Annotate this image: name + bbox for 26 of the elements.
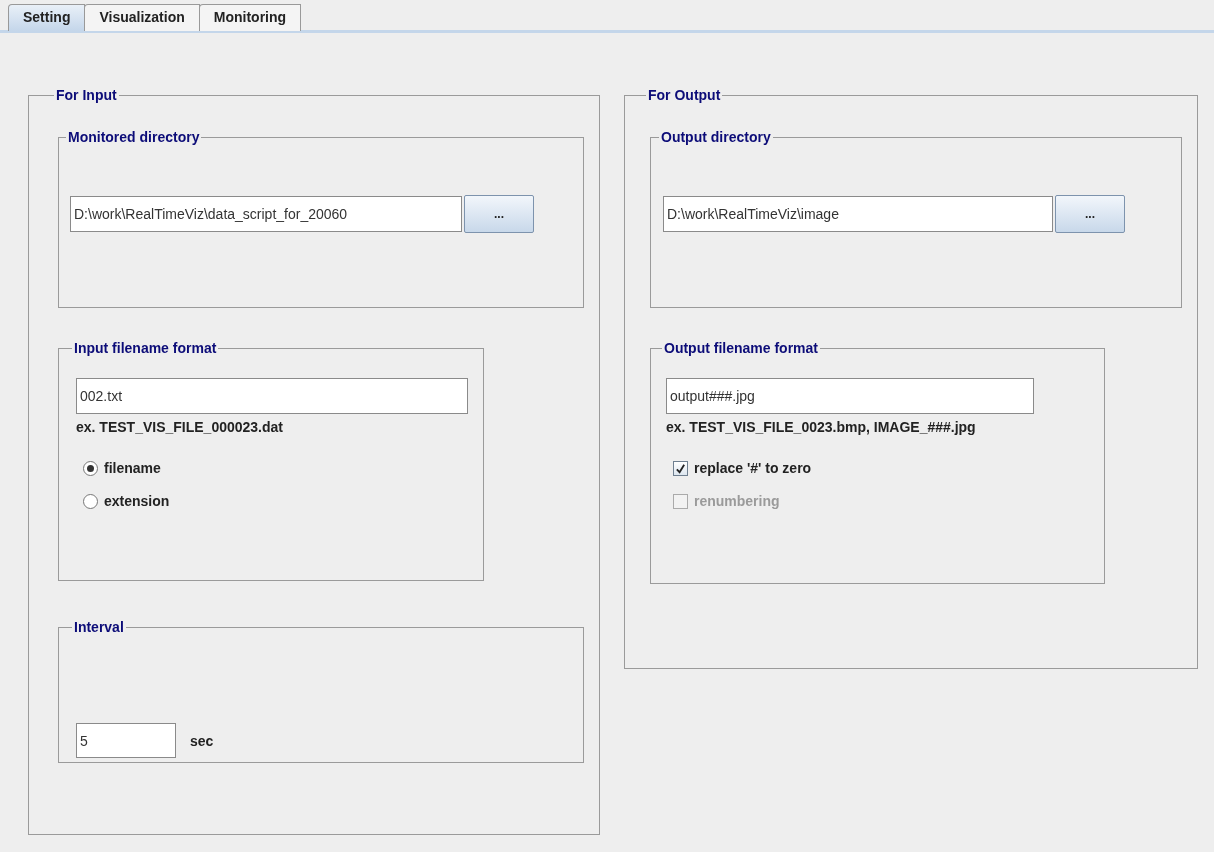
- radio-button[interactable]: [83, 493, 98, 509]
- tab[interactable]: Monitoring: [198, 4, 302, 31]
- checkbox-label[interactable]: replace '#' to zero: [694, 460, 812, 476]
- group-title: Interval: [73, 619, 125, 635]
- example-text: ex. TEST_VIS_FILE_000023.dat: [76, 419, 284, 435]
- example-text: ex. TEST_VIS_FILE_0023.bmp, IMAGE_###.jpg: [666, 419, 977, 435]
- input-field[interactable]: 002.txt: [76, 378, 468, 414]
- unit-label: sec: [190, 732, 214, 749]
- input-field[interactable]: output###.jpg: [666, 378, 1034, 414]
- browse-button[interactable]: ...: [1055, 195, 1125, 233]
- group-title: Monitored directory: [67, 129, 201, 145]
- radio-label[interactable]: filename: [104, 460, 161, 476]
- input-field[interactable]: D:\work\RealTimeViz\data_script_for_20060: [70, 196, 462, 232]
- group-title: For Input: [55, 87, 118, 103]
- tab[interactable]: Setting: [8, 4, 86, 31]
- radio-label[interactable]: extension: [104, 493, 170, 509]
- group-title: Output filename format: [663, 340, 819, 356]
- group-title: Output directory: [660, 129, 772, 145]
- browse-button[interactable]: ...: [464, 195, 534, 233]
- checkbox[interactable]: [673, 460, 688, 476]
- input-field[interactable]: D:\work\RealTimeViz\image: [663, 196, 1053, 232]
- input-field[interactable]: 5: [76, 723, 176, 758]
- group-title: For Output: [647, 87, 722, 103]
- tab[interactable]: Visualization: [84, 4, 200, 31]
- radio-button[interactable]: [83, 460, 98, 476]
- group-title: Input filename format: [73, 340, 218, 356]
